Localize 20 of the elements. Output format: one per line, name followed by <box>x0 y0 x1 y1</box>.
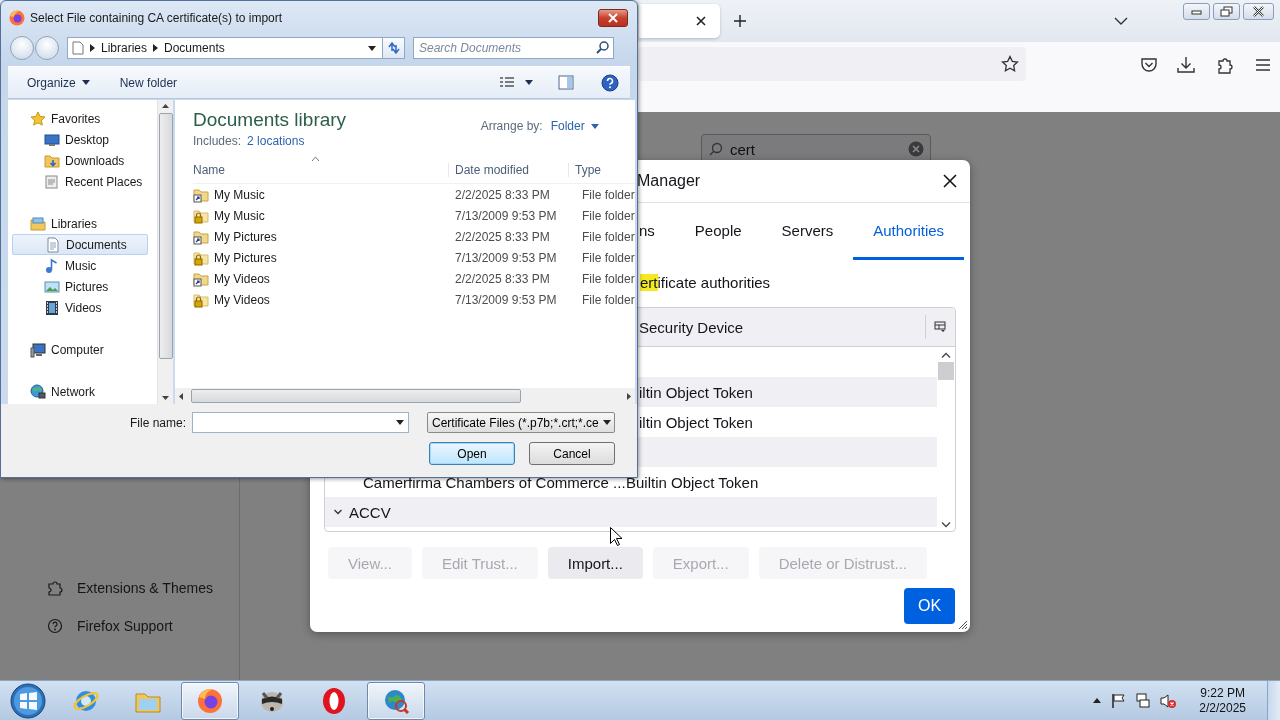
includes-label: Includes: <box>193 134 242 148</box>
field-label: File name: <box>129 415 186 430</box>
date-modified: 7/13/2009 9:53 PM <box>454 292 558 307</box>
security-device: Builtin Object Token <box>626 473 759 491</box>
date-modified: 2/2/2025 8:33 PM <box>454 187 551 202</box>
file-type: File folder <box>581 187 635 202</box>
date-modified: 7/13/2009 9:53 PM <box>454 208 558 223</box>
date-modified: 7/13/2009 9:53 PM <box>454 250 558 265</box>
file-type: File folder <box>581 271 635 286</box>
date-modified: 2/2/2025 8:33 PM <box>454 229 551 244</box>
arrange-label: Arrange by: <box>480 119 543 133</box>
file-type: File folder <box>581 250 635 265</box>
dialog-title: Manager <box>637 172 702 190</box>
date-modified: 2/2/2025 8:33 PM <box>454 271 551 286</box>
library-title: Documents library <box>193 109 348 131</box>
file-type: File folder <box>581 229 635 244</box>
window-title: Select File containing CA certificate(s) to import <box>30 10 284 25</box>
file-type: File folder <box>581 292 635 307</box>
file-type: File folder <box>581 208 635 223</box>
security-device: iltin Object Token <box>639 383 753 401</box>
